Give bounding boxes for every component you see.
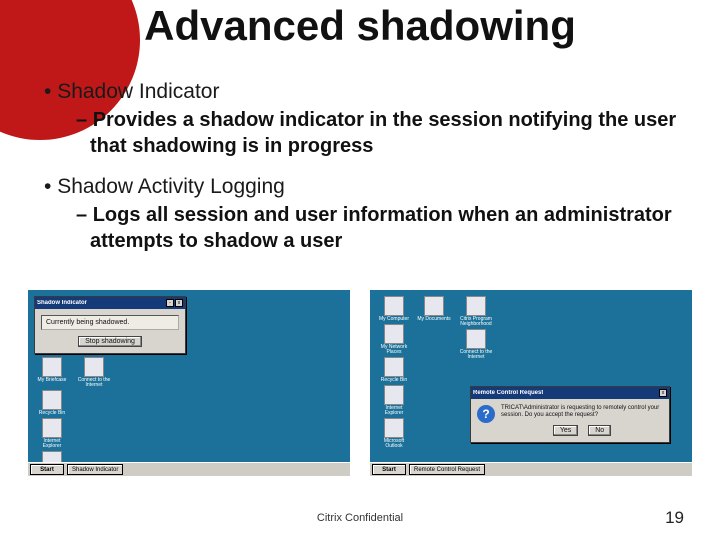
computer-icon <box>384 296 404 316</box>
desktop-icon: Connect to the Internet <box>458 329 494 360</box>
citrix-icon <box>466 296 486 316</box>
desktop-icon: Internet Explorer <box>376 385 412 416</box>
outlook-icon <box>384 418 404 438</box>
network-icon <box>384 324 404 344</box>
screenshot-shadow-indicator: My Computer Citrix Neighborhood My Netwo… <box>28 290 350 476</box>
desktop-icon: Citrix Program Neighborhood <box>458 296 494 327</box>
internet-icon <box>84 357 104 377</box>
dialog-titlebar: Shadow Indicator - x <box>35 297 185 309</box>
dialog-title: Remote Control Request <box>473 390 543 396</box>
desktop-icon: My Briefcase <box>34 357 70 388</box>
question-icon: ? <box>477 405 495 423</box>
bullet-shadow-indicator: Shadow Indicator <box>30 80 690 104</box>
desktop-icon: My Network Places <box>376 324 412 355</box>
window-controls: - x <box>166 299 183 307</box>
documents-icon <box>424 296 444 316</box>
desktop-icon: My Documents <box>416 296 452 327</box>
start-button[interactable]: Start <box>372 464 406 475</box>
yes-button[interactable]: Yes <box>553 425 578 436</box>
desktop-icon: My Computer <box>376 296 412 322</box>
shadow-indicator-dialog: Shadow Indicator - x Currently being sha… <box>34 296 186 354</box>
briefcase-icon <box>42 357 62 377</box>
slide-title: Advanced shadowing <box>0 2 720 50</box>
start-button[interactable]: Start <box>30 464 64 475</box>
desktop-icon: Internet Explorer <box>34 418 70 449</box>
internet-icon <box>466 329 486 349</box>
stop-shadowing-button[interactable]: Stop shadowing <box>78 336 142 347</box>
dialog-question: TRICAT\Administrator is requesting to re… <box>501 405 663 419</box>
content-area: Shadow Indicator Provides a shadow indic… <box>30 80 690 270</box>
taskbar-task[interactable]: Remote Control Request <box>409 464 485 475</box>
window-controls: x <box>659 389 667 397</box>
desktop-icons-left: My Computer My Network Places Recycle Bi… <box>376 296 412 449</box>
confidential-label: Citrix Confidential <box>317 512 403 524</box>
slide: Advanced shadowing Shadow Indicator Prov… <box>0 0 720 540</box>
shadow-message: Currently being shadowed. <box>41 315 179 330</box>
subbullet-shadow-indicator: Provides a shadow indicator in the sessi… <box>30 108 690 159</box>
ie-icon <box>384 385 404 405</box>
remote-control-dialog: Remote Control Request x ? TRICAT\Admini… <box>470 386 670 443</box>
screenshot-remote-control: My Computer My Network Places Recycle Bi… <box>370 290 692 476</box>
recycle-icon <box>384 357 404 377</box>
taskbar: Start Remote Control Request <box>370 462 692 476</box>
no-button[interactable]: No <box>588 425 611 436</box>
screenshots-row: My Computer Citrix Neighborhood My Netwo… <box>28 290 692 476</box>
subbullet-activity-logging: Logs all session and user information wh… <box>30 203 690 254</box>
dialog-title: Shadow Indicator <box>37 300 87 306</box>
footer: Citrix Confidential 19 <box>0 512 720 530</box>
desktop-icon: Microsoft Outlook <box>376 418 412 449</box>
taskbar: Start Shadow Indicator <box>28 462 350 476</box>
bullet-activity-logging: Shadow Activity Logging <box>30 175 690 199</box>
dialog-body: Currently being shadowed. Stop shadowing <box>35 309 185 353</box>
ie-icon <box>42 418 62 438</box>
desktop-icon: Connect to the Internet <box>76 357 112 388</box>
desktop-icon: Recycle Bin <box>34 390 70 416</box>
page-number: 19 <box>665 508 684 528</box>
close-button[interactable]: x <box>175 299 183 307</box>
minimize-button[interactable]: - <box>166 299 174 307</box>
desktop-icon: Recycle Bin <box>376 357 412 383</box>
desktop-icons-right: My Documents Citrix Program Neighborhood… <box>416 296 494 360</box>
close-button[interactable]: x <box>659 389 667 397</box>
taskbar-task[interactable]: Shadow Indicator <box>67 464 123 475</box>
dialog-body: ? TRICAT\Administrator is requesting to … <box>471 399 669 442</box>
dialog-titlebar: Remote Control Request x <box>471 387 669 399</box>
recycle-icon <box>42 390 62 410</box>
